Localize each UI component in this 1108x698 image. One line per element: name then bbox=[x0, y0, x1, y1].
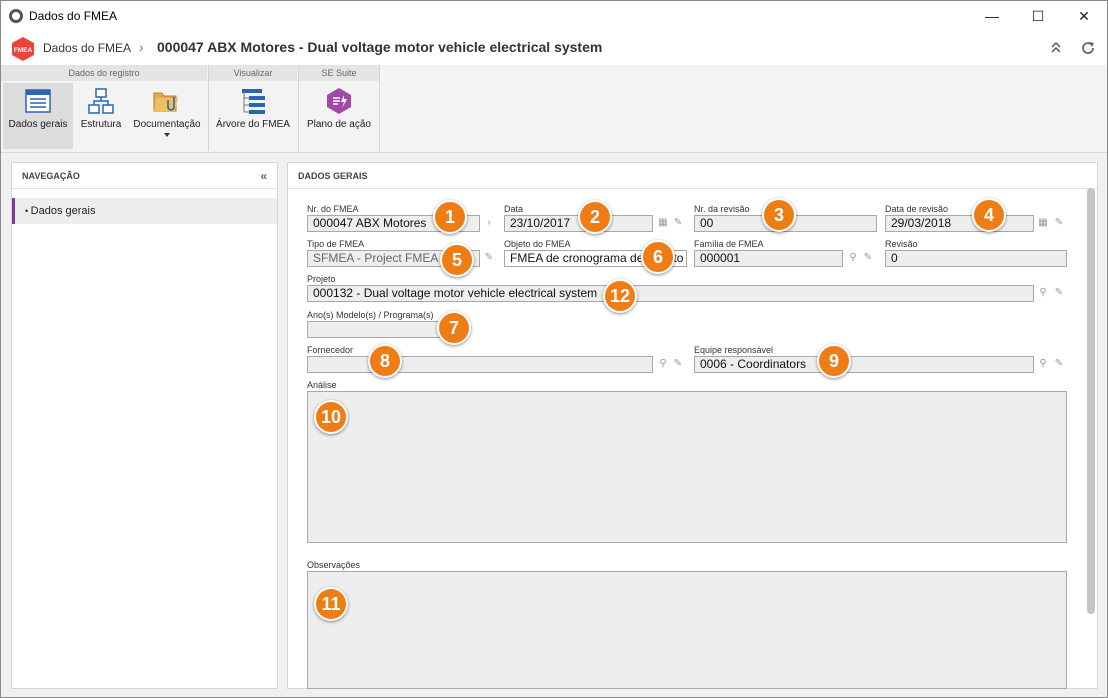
analise-label: Análise bbox=[307, 380, 337, 390]
title-bar: Dados do FMEA — ☐ ✕ bbox=[1, 1, 1107, 31]
callout-badge-3: 3 bbox=[762, 198, 796, 232]
structure-icon bbox=[88, 88, 114, 114]
callout-badge-10: 10 bbox=[314, 400, 348, 434]
data-revisao-label: Data de revisão bbox=[885, 204, 949, 214]
analise-textarea[interactable] bbox=[307, 391, 1067, 543]
equipe-label: Equipe responsável bbox=[694, 345, 774, 355]
observacoes-label: Observações bbox=[307, 560, 361, 570]
callout-badge-8: 8 bbox=[368, 344, 402, 378]
dropdown-arrow-icon bbox=[164, 133, 170, 137]
group-divider bbox=[208, 65, 209, 151]
ribbon-documentacao-label: Documentação bbox=[133, 119, 201, 130]
ribbon-plano-button[interactable]: Plano de ação bbox=[303, 83, 375, 149]
search-icon[interactable]: ⚲ bbox=[656, 357, 670, 371]
folder-attach-icon bbox=[153, 92, 178, 112]
navigation-panel: NAVEGAÇÃO « • Dados gerais bbox=[11, 162, 278, 689]
clear-icon[interactable]: ✎ bbox=[671, 357, 685, 371]
objeto-fmea-label: Objeto do FMEA bbox=[504, 239, 571, 249]
clear-icon[interactable]: ✎ bbox=[1052, 286, 1066, 300]
breadcrumb-root[interactable]: Dados do FMEA bbox=[43, 41, 131, 55]
clear-icon[interactable]: ✎ bbox=[861, 251, 875, 265]
callout-badge-9: 9 bbox=[817, 344, 851, 378]
fmea-window: Dados do FMEA — ☐ ✕ FMEA Dados do FMEA ›… bbox=[0, 0, 1108, 698]
revisao-field[interactable]: 0 bbox=[885, 250, 1067, 267]
anos-modelo-label: Ano(s) Modelo(s) / Programa(s) bbox=[307, 310, 434, 320]
svg-text:FMEA: FMEA bbox=[14, 47, 33, 54]
nr-fmea-label: Nr. do FMEA bbox=[307, 204, 359, 214]
calendar-icon[interactable]: ▦ bbox=[656, 216, 670, 230]
navigation-title: NAVEGAÇÃO bbox=[22, 171, 80, 181]
record-title: 000047 ABX Motores - Dual voltage motor … bbox=[157, 39, 603, 55]
fornecedor-field[interactable] bbox=[307, 356, 653, 373]
ribbon-arvore-button[interactable]: Árvore do FMEA bbox=[213, 83, 293, 149]
navigation-header: NAVEGAÇÃO « bbox=[12, 163, 277, 189]
dados-gerais-header: DADOS GERAIS bbox=[288, 163, 1097, 189]
collapse-nav-icon[interactable]: « bbox=[260, 163, 267, 189]
ribbon-dados-gerais-button[interactable]: Dados gerais bbox=[3, 83, 73, 149]
fmea-logo-icon: FMEA bbox=[12, 37, 34, 61]
group-se-suite: SE Suite bbox=[299, 65, 379, 81]
group-divider bbox=[379, 65, 380, 151]
ribbon-toolbar: Dados do registro Visualizar SE Suite Da… bbox=[1, 65, 1107, 153]
ribbon-plano-label: Plano de ação bbox=[307, 119, 371, 130]
ribbon-dados-gerais-label: Dados gerais bbox=[8, 119, 68, 130]
dados-gerais-title: DADOS GERAIS bbox=[298, 171, 368, 181]
callout-badge-11: 11 bbox=[314, 587, 348, 621]
anos-modelo-field[interactable] bbox=[307, 321, 443, 338]
clear-icon[interactable]: ✎ bbox=[1052, 357, 1066, 371]
calendar-icon[interactable]: ▦ bbox=[1036, 216, 1050, 230]
ribbon-arvore-label: Árvore do FMEA bbox=[216, 119, 290, 130]
ribbon-estrutura-button[interactable]: Estrutura bbox=[75, 83, 127, 149]
search-icon[interactable]: ⚲ bbox=[846, 251, 860, 265]
tree-icon bbox=[242, 89, 265, 114]
chevron-right-icon[interactable]: › bbox=[482, 216, 496, 230]
header: FMEA Dados do FMEA › 000047 ABX Motores … bbox=[1, 31, 1107, 65]
callout-badge-12: 12 bbox=[603, 279, 637, 313]
fornecedor-label: Fornecedor bbox=[307, 345, 354, 355]
projeto-label: Projeto bbox=[307, 274, 336, 284]
data-label: Data bbox=[504, 204, 524, 214]
callout-badge-4: 4 bbox=[972, 198, 1006, 232]
callout-badge-2: 2 bbox=[578, 200, 612, 234]
tipo-fmea-label: Tipo de FMEA bbox=[307, 239, 365, 249]
nr-revisao-label: Nr. da revisão bbox=[694, 204, 750, 214]
maximize-button[interactable]: ☐ bbox=[1015, 1, 1061, 31]
callout-badge-1: 1 bbox=[433, 200, 467, 234]
ribbon-documentacao-button[interactable]: Documentação bbox=[129, 83, 205, 149]
app-globe-icon bbox=[9, 9, 23, 23]
group-dados-registro: Dados do registro bbox=[1, 65, 207, 81]
equipe-field[interactable]: 0006 - Coordinators bbox=[694, 356, 1034, 373]
clear-icon[interactable]: ✎ bbox=[482, 251, 496, 265]
collapse-up-icon[interactable] bbox=[1050, 40, 1062, 54]
revisao-label: Revisão bbox=[885, 239, 918, 249]
window-title: Dados do FMEA bbox=[29, 9, 118, 23]
callout-badge-7: 7 bbox=[437, 311, 471, 345]
form-icon bbox=[25, 89, 51, 113]
clear-icon[interactable]: ✎ bbox=[1052, 216, 1066, 230]
callout-badge-6: 6 bbox=[641, 240, 675, 274]
projeto-field[interactable]: 000132 - Dual voltage motor vehicle elec… bbox=[307, 285, 1034, 302]
familia-fmea-label: Família de FMEA bbox=[694, 239, 764, 249]
nav-item-dados-gerais[interactable]: • Dados gerais bbox=[12, 198, 277, 224]
breadcrumb-separator: › bbox=[139, 39, 144, 55]
search-icon[interactable]: ⚲ bbox=[1036, 286, 1050, 300]
close-button[interactable]: ✕ bbox=[1061, 1, 1107, 31]
data-revisao-field[interactable]: 29/03/2018 bbox=[885, 215, 1034, 232]
clear-icon[interactable]: ✎ bbox=[671, 216, 685, 230]
group-visualizar: Visualizar bbox=[209, 65, 297, 81]
vertical-scrollbar[interactable] bbox=[1087, 188, 1095, 614]
refresh-icon[interactable] bbox=[1080, 40, 1096, 56]
minimize-button[interactable]: — bbox=[969, 1, 1015, 31]
ribbon-estrutura-label: Estrutura bbox=[80, 119, 122, 130]
callout-badge-5: 5 bbox=[440, 243, 474, 277]
nav-item-label: Dados gerais bbox=[30, 205, 96, 217]
search-icon[interactable]: ⚲ bbox=[1036, 357, 1050, 371]
familia-fmea-field[interactable]: 000001 bbox=[694, 250, 843, 267]
observacoes-textarea[interactable] bbox=[307, 571, 1067, 689]
group-divider bbox=[298, 65, 299, 151]
action-plan-icon bbox=[327, 88, 351, 114]
